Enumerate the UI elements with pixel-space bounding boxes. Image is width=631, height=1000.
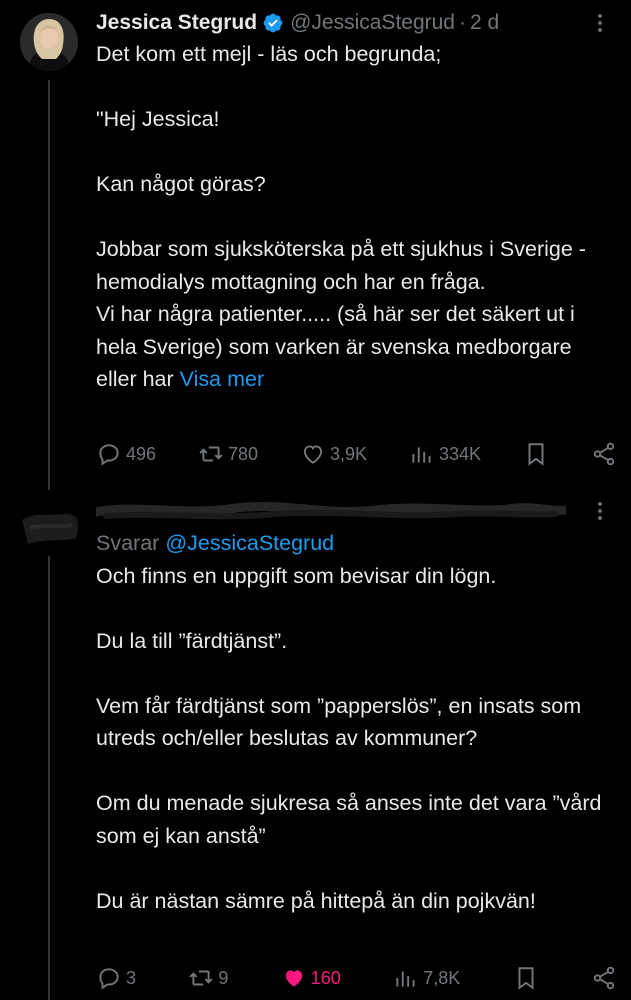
tweet-original[interactable]: Jessica Stegrud @JessicaStegrud · 2 d De… [0, 0, 631, 490]
replying-to: Svarar @JessicaStegrud [96, 531, 335, 555]
separator-dot: · [459, 11, 466, 34]
tweet-header: Jessica Stegrud @JessicaStegrud · 2 d [96, 8, 615, 38]
views-count: 334K [438, 443, 482, 464]
author-handle[interactable]: @JessicaStegrud [290, 11, 455, 35]
views-count: 7,8K [423, 967, 461, 988]
share-button[interactable] [591, 441, 617, 467]
tweet-paragraph: Du är nästan sämre på hittepå än din poj… [96, 888, 536, 913]
tweet-paragraph: Och finns en uppgift som bevisar din lög… [96, 563, 497, 588]
show-more-link[interactable]: Visa mer [180, 367, 264, 391]
share-button[interactable] [591, 965, 617, 991]
verified-badge-icon [262, 12, 284, 34]
bookmark-button[interactable] [523, 441, 549, 467]
like-button[interactable]: 160 [281, 965, 341, 991]
repost-count: 9 [218, 967, 229, 988]
share-icon [593, 966, 615, 990]
share-icon [593, 442, 615, 466]
bookmark-button[interactable] [513, 965, 539, 991]
reply-icon [99, 444, 119, 466]
avatar-redacted [20, 498, 78, 556]
reply-count: 496 [126, 443, 157, 464]
more-icon[interactable] [587, 10, 613, 36]
reply-text: Svarar @JessicaStegrud Och finns en uppg… [96, 527, 613, 917]
avatar[interactable] [20, 13, 78, 71]
like-count: 3,9K [330, 443, 368, 464]
replying-to-handle[interactable]: @JessicaStegrud [165, 531, 334, 555]
reply-count: 3 [126, 967, 137, 988]
action-bar: 3 9 160 7,8K [96, 962, 617, 994]
views-icon [396, 971, 415, 987]
reply-button[interactable]: 3 [96, 965, 136, 991]
repost-count: 780 [228, 443, 259, 464]
repost-button[interactable]: 780 [198, 441, 258, 467]
redacted-author [91, 500, 571, 522]
repost-button[interactable]: 9 [188, 965, 228, 991]
views-button[interactable]: 334K [409, 441, 481, 467]
repost-icon [189, 970, 213, 986]
views-icon [412, 447, 431, 463]
reply-button[interactable]: 496 [96, 441, 156, 467]
tweet-reply[interactable]: Svarar @JessicaStegrud Och finns en uppg… [0, 490, 631, 1000]
timestamp[interactable]: 2 d [470, 11, 499, 35]
like-icon [303, 445, 323, 464]
repost-icon [199, 446, 223, 462]
bookmark-icon [528, 443, 544, 466]
like-icon [285, 970, 302, 987]
tweet-paragraph: Kan något göras? [96, 172, 266, 196]
tweet-paragraph: "Hej Jessica! [96, 107, 220, 131]
reply-icon [99, 968, 119, 990]
tweet-paragraph: Du la till ”färdtjänst”. [96, 628, 288, 653]
bookmark-icon [518, 967, 534, 990]
action-bar: 496 780 3,9K 334K [96, 438, 617, 470]
like-count: 160 [310, 967, 341, 988]
like-button[interactable]: 3,9K [300, 441, 367, 467]
tweet-paragraph: Om du menade sjukresa så anses inte det … [96, 791, 602, 848]
tweet-paragraph: Det kom ett mejl - läs och begrunda; [96, 42, 442, 66]
author-name[interactable]: Jessica Stegrud [96, 11, 257, 35]
tweet-paragraph: Jobbar som sjuksköterska på ett sjukhus … [96, 237, 586, 391]
tweet-text: Det kom ett mejl - läs och begrunda; "He… [96, 38, 613, 396]
tweet-paragraph: Vem får färdtjänst som ”papperslös”, en … [96, 693, 582, 751]
views-button[interactable]: 7,8K [393, 965, 460, 991]
more-icon[interactable] [587, 498, 613, 524]
